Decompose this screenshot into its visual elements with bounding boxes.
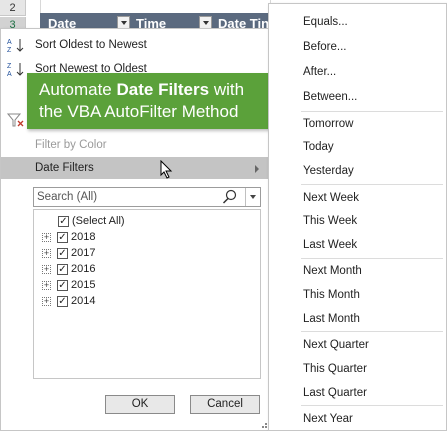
expand-icon[interactable]: + [42, 265, 51, 274]
year-item-2014[interactable]: + ✓ 2014 [42, 294, 242, 309]
chevron-down-icon[interactable] [245, 188, 260, 206]
expand-icon[interactable]: + [42, 297, 51, 306]
submenu-this-month[interactable]: This Month [303, 286, 360, 304]
svg-text:Z: Z [7, 47, 12, 53]
year-checkbox[interactable]: ✓ [57, 232, 68, 243]
menu-separator [301, 258, 443, 259]
promo-callout-banner: Automate Date Filters with the VBA AutoF… [27, 73, 299, 129]
filter-values-tree: ✓ (Select All) + ✓ 2018 + ✓ 2017 + ✓ 201… [33, 209, 261, 379]
submenu-this-quarter[interactable]: This Quarter [303, 360, 367, 378]
expand-icon[interactable]: + [42, 233, 51, 242]
submenu-today[interactable]: Today [303, 138, 334, 156]
svg-text:A: A [7, 71, 12, 77]
year-checkbox[interactable]: ✓ [57, 296, 68, 307]
callout-text: with [209, 80, 245, 99]
year-item-2017[interactable]: + ✓ 2017 [42, 246, 242, 261]
tree-item-label: 2016 [71, 263, 96, 275]
expand-icon[interactable]: + [42, 249, 51, 258]
svg-text:Z: Z [7, 63, 12, 70]
clear-filter-icon [6, 112, 28, 128]
expand-icon[interactable]: + [42, 281, 51, 290]
submenu-next-week[interactable]: Next Week [303, 189, 359, 207]
svg-text:A: A [7, 39, 12, 46]
tree-item-label: (Select All) [72, 215, 125, 227]
submenu-after[interactable]: After... [303, 63, 336, 81]
tree-item-label: 2018 [71, 231, 96, 243]
submenu-this-week[interactable]: This Week [303, 212, 357, 230]
submenu-arrow-icon [255, 165, 259, 173]
sort-oldest-to-newest[interactable]: A Z Sort Oldest to Newest [1, 34, 269, 56]
year-item-2015[interactable]: + ✓ 2015 [42, 278, 242, 293]
menu-separator [301, 331, 443, 332]
menu-item-label: Date Filters [35, 162, 94, 174]
menu-item-label: Sort Oldest to Newest [35, 39, 147, 51]
ok-button[interactable]: OK [105, 395, 175, 414]
resize-grip-icon[interactable] [259, 420, 267, 428]
menu-separator [301, 111, 443, 112]
submenu-last-month[interactable]: Last Month [303, 310, 360, 328]
submenu-last-week[interactable]: Last Week [303, 236, 357, 254]
submenu-before[interactable]: Before... [303, 38, 346, 56]
menu-separator [301, 405, 443, 406]
menu-separator [301, 184, 443, 185]
year-checkbox[interactable]: ✓ [57, 280, 68, 291]
callout-line-2: the VBA AutoFilter Method [39, 102, 239, 121]
menu-item-label: Filter by Color [35, 139, 107, 151]
cancel-button[interactable]: Cancel [190, 395, 260, 414]
search-input[interactable] [34, 188, 224, 206]
submenu-last-quarter[interactable]: Last Quarter [303, 384, 367, 402]
submenu-equals[interactable]: Equals... [303, 13, 348, 31]
year-checkbox[interactable]: ✓ [57, 248, 68, 259]
submenu-between[interactable]: Between... [303, 88, 357, 106]
search-icon [222, 189, 238, 205]
mouse-cursor-icon [160, 160, 173, 179]
year-item-2018[interactable]: + ✓ 2018 [42, 230, 242, 245]
submenu-next-quarter[interactable]: Next Quarter [303, 336, 369, 354]
submenu-next-year[interactable]: Next Year [303, 410, 353, 428]
callout-bold-text: Date Filters [116, 80, 210, 99]
year-checkbox[interactable]: ✓ [57, 264, 68, 275]
date-filters-item[interactable]: Date Filters [1, 157, 269, 179]
select-all-item[interactable]: ✓ (Select All) [46, 214, 246, 229]
callout-line-1: Automate Date Filters with [39, 79, 271, 101]
tree-item-label: 2014 [71, 295, 96, 307]
tree-item-label: 2015 [71, 279, 96, 291]
filter-by-color-item[interactable]: Filter by Color [1, 134, 269, 156]
row-header-2[interactable]: 2 [0, 0, 26, 16]
sort-ascending-icon: A Z [6, 37, 28, 54]
submenu-yesterday[interactable]: Yesterday [303, 162, 354, 180]
filter-search-box[interactable] [33, 187, 261, 207]
date-filters-submenu: Equals... Before... After... Between... … [268, 3, 447, 431]
year-item-2016[interactable]: + ✓ 2016 [42, 262, 242, 277]
sort-descending-icon: Z A [6, 61, 28, 78]
submenu-tomorrow[interactable]: Tomorrow [303, 115, 353, 133]
submenu-next-month[interactable]: Next Month [303, 262, 362, 280]
select-all-checkbox[interactable]: ✓ [58, 216, 69, 227]
callout-text: Automate [39, 80, 117, 99]
tree-item-label: 2017 [71, 247, 96, 259]
